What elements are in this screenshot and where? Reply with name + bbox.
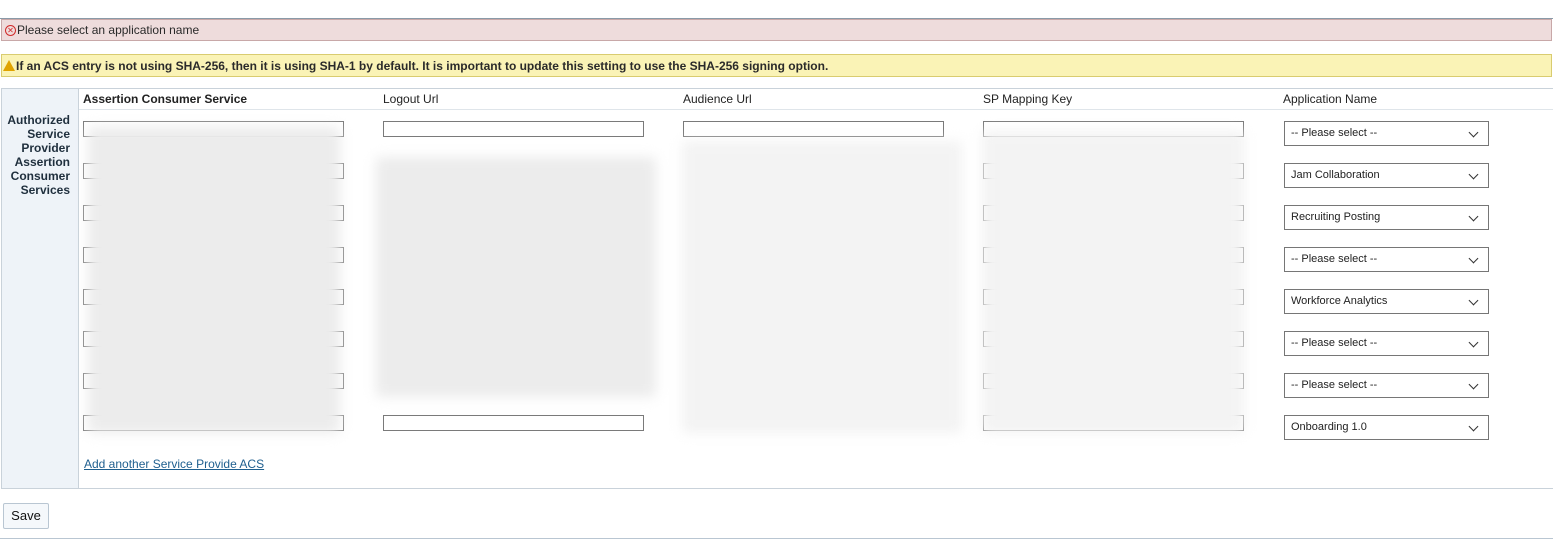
add-acs-link[interactable]: Add another Service Provide ACS: [84, 457, 264, 471]
application-select[interactable]: -- Please select --: [1284, 121, 1489, 146]
acs-panel: Authorized Service Provider Assertion Co…: [1, 88, 1553, 489]
redacted-audience-values: [682, 141, 962, 433]
application-select[interactable]: Recruiting Posting: [1284, 205, 1489, 230]
error-message-text: Please select an application name: [17, 23, 200, 37]
logout-url-input[interactable]: [383, 121, 644, 137]
chevron-down-icon: [1468, 421, 1479, 432]
column-header-logout: Logout Url: [383, 89, 439, 110]
redacted-logout-values: [376, 157, 656, 397]
warning-message-bar: If an ACS entry is not using SHA-256, th…: [1, 54, 1552, 77]
application-select[interactable]: Jam Collaboration: [1284, 163, 1489, 188]
chevron-down-icon: [1468, 127, 1479, 138]
redacted-sp-key-values: [982, 131, 1244, 433]
chevron-down-icon: [1468, 337, 1479, 348]
application-select[interactable]: Workforce Analytics: [1284, 289, 1489, 314]
column-header-app-name: Application Name: [1283, 89, 1378, 110]
redacted-acs-values: [88, 127, 340, 433]
column-header-audience: Audience Url: [683, 89, 752, 110]
error-message-bar: ✕ Please select an application name: [1, 19, 1552, 41]
application-select[interactable]: -- Please select --: [1284, 373, 1489, 398]
chevron-down-icon: [1468, 169, 1479, 180]
column-header-sp-key: SP Mapping Key: [983, 89, 1073, 110]
chevron-down-icon: [1468, 379, 1479, 390]
save-button[interactable]: Save: [3, 503, 49, 529]
logout-url-input[interactable]: [383, 415, 644, 431]
application-select[interactable]: -- Please select --: [1284, 247, 1489, 272]
audience-url-input[interactable]: [683, 121, 944, 137]
column-header-acs: Assertion Consumer Service: [83, 89, 248, 110]
warning-message-text: If an ACS entry is not using SHA-256, th…: [16, 58, 829, 73]
application-select[interactable]: Onboarding 1.0: [1284, 415, 1489, 440]
bottom-divider: [0, 538, 1553, 539]
chevron-down-icon: [1468, 295, 1479, 306]
chevron-down-icon: [1468, 211, 1479, 222]
warning-triangle-icon: [3, 60, 15, 71]
application-select[interactable]: -- Please select --: [1284, 331, 1489, 356]
section-label-column: Authorized Service Provider Assertion Co…: [2, 89, 79, 488]
section-label: Authorized Service Provider Assertion Co…: [7, 113, 70, 197]
header-divider: [79, 109, 1553, 110]
chevron-down-icon: [1468, 253, 1479, 264]
error-circle-icon: ✕: [5, 24, 16, 36]
